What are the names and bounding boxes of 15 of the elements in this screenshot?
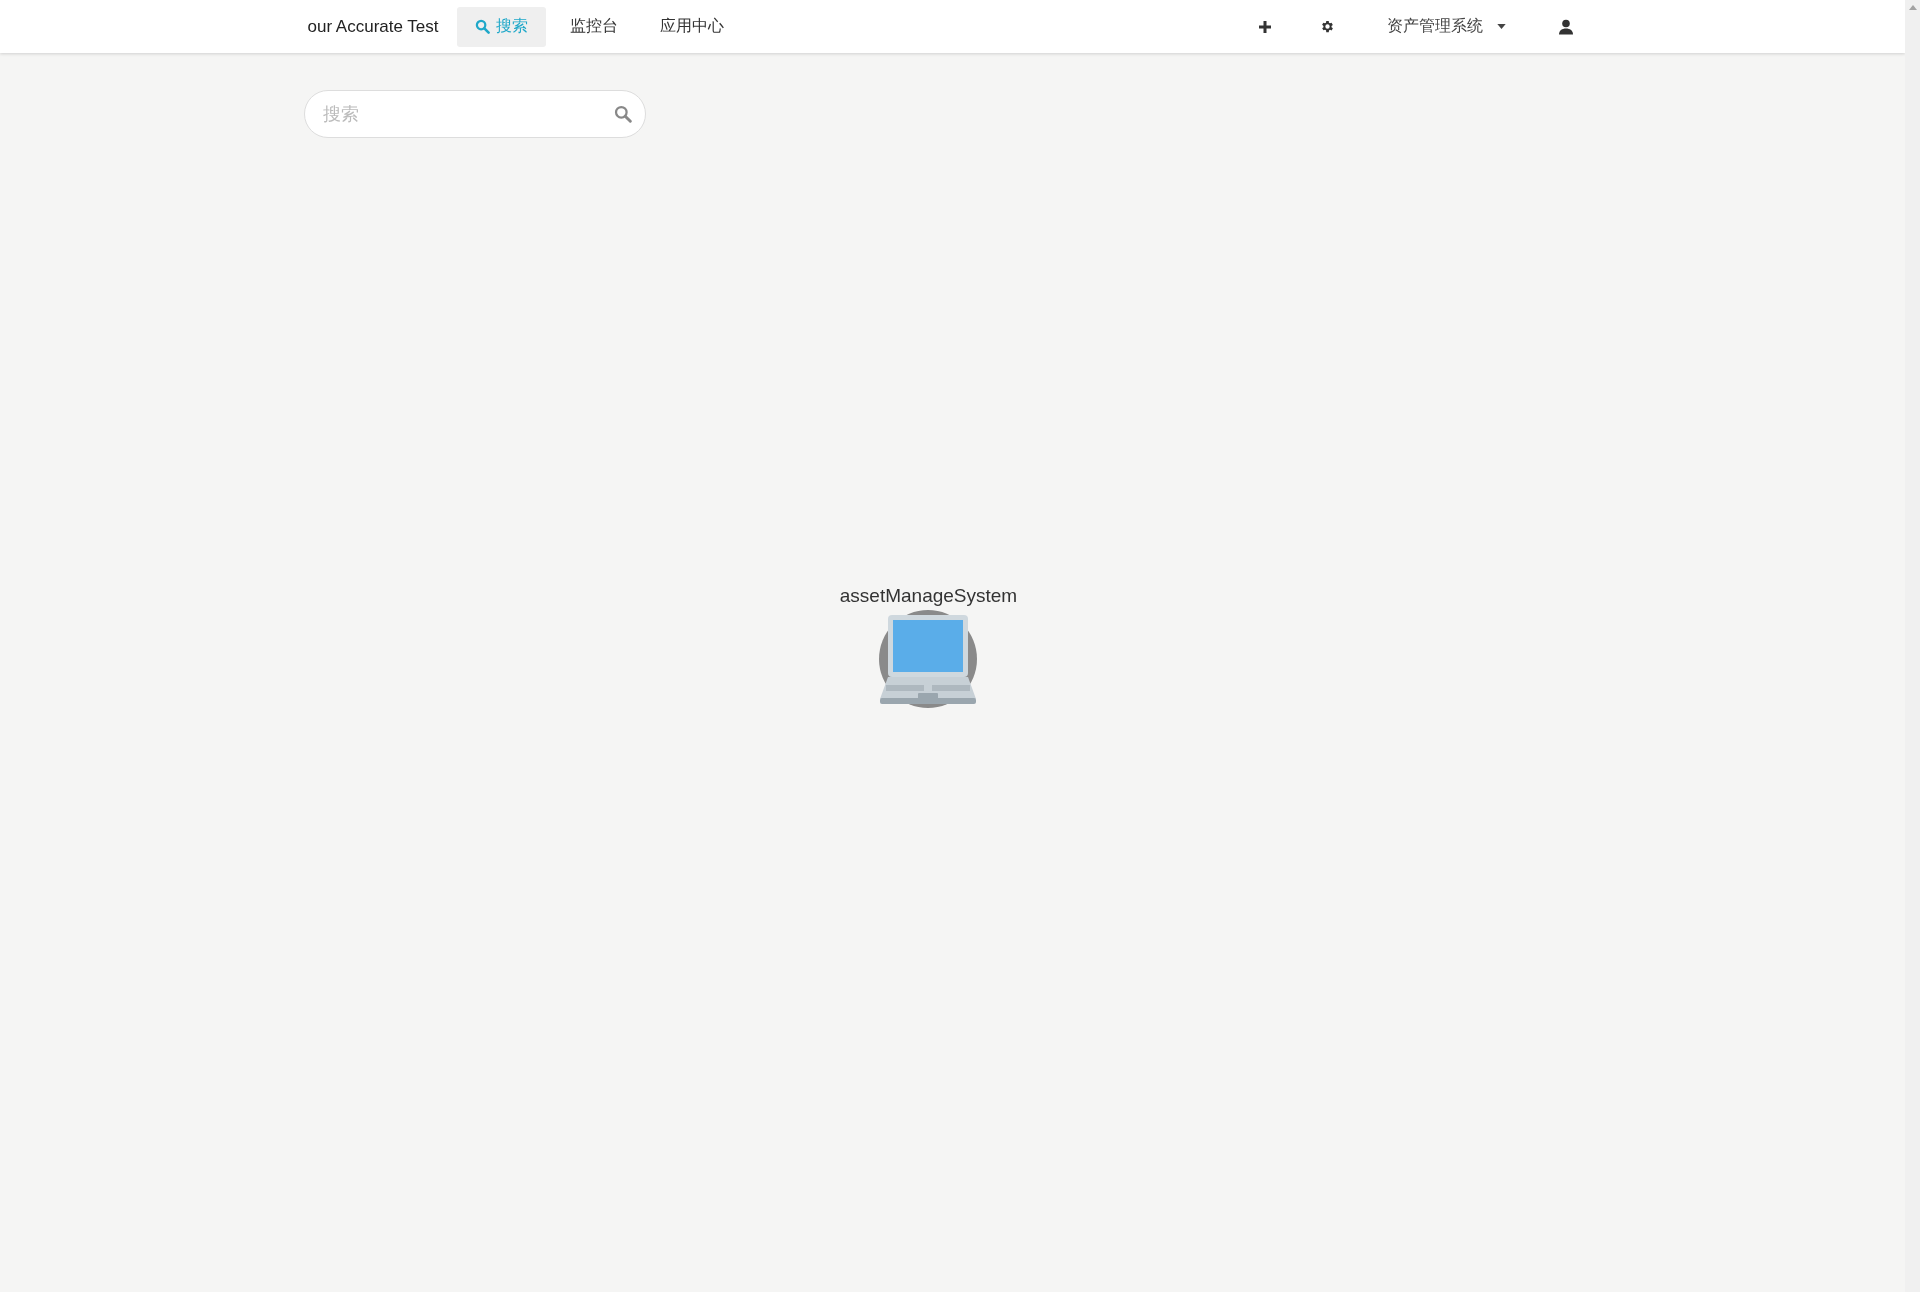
node-label: assetManageSystem (839, 585, 1018, 607)
nav-tab[interactable]: 监控台 (551, 6, 636, 47)
scroll-up-icon (1908, 5, 1917, 10)
search-field[interactable]: 搜索 (303, 90, 646, 138)
settings-icon (1319, 19, 1335, 34)
plus-icon (1257, 19, 1272, 34)
brand-title[interactable]: our Accurate Test (307, 16, 451, 37)
scrollbar[interactable] (1905, 0, 1920, 1292)
search-icon (613, 105, 632, 123)
system-dropdown[interactable]: 资产管理系统 (1378, 8, 1514, 45)
user-icon (1557, 18, 1574, 35)
caret-icon (1496, 24, 1506, 29)
search-icon (474, 19, 490, 34)
laptop-icon[interactable] (878, 609, 979, 709)
nav-tab[interactable]: 应用中心 (641, 6, 742, 47)
